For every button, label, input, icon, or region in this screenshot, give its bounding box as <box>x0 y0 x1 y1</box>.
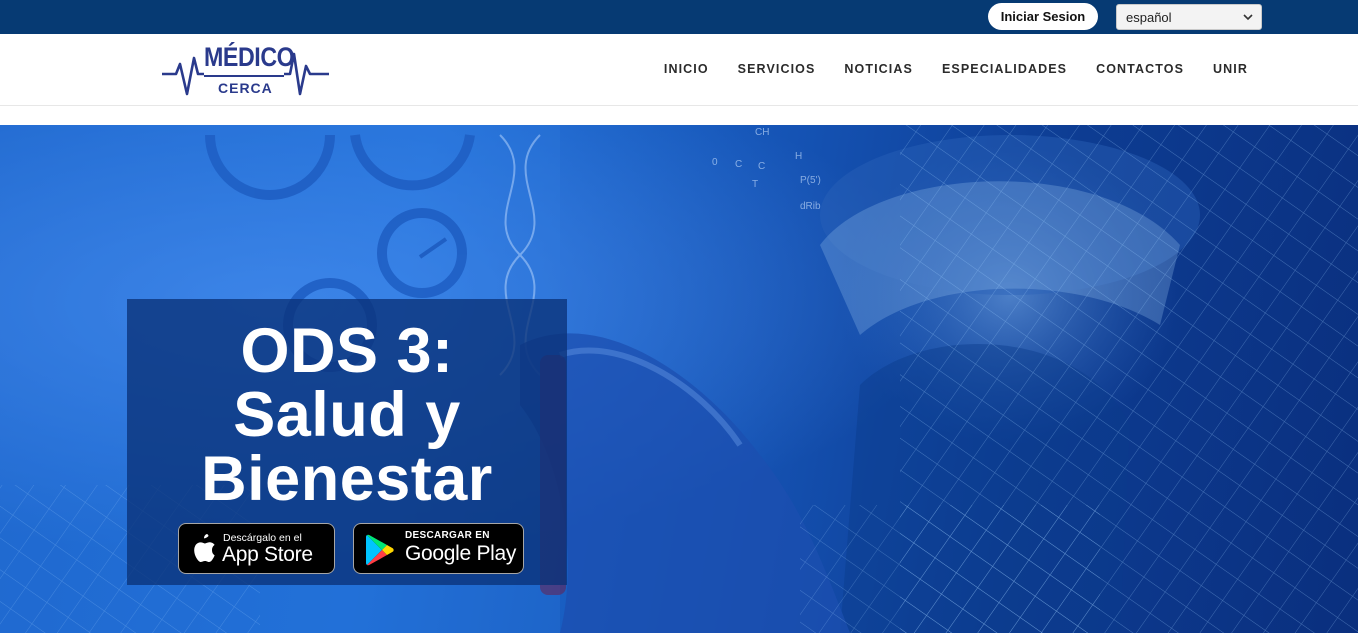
app-store-big-text: App Store <box>222 543 313 566</box>
nav-item-unir[interactable]: UNIR <box>1213 62 1248 76</box>
language-select[interactable]: español <box>1116 4 1262 30</box>
hero-title: ODS 3: Salud y Bienestar <box>127 319 567 511</box>
google-play-button[interactable]: DESCARGAR EN Google Play <box>353 523 524 574</box>
chevron-down-icon <box>1243 14 1253 21</box>
hero-card: ODS 3: Salud y Bienestar Descárgalo en e… <box>127 299 567 585</box>
nav-item-inicio[interactable]: INICIO <box>664 62 709 76</box>
login-button[interactable]: Iniciar Sesion <box>988 3 1098 30</box>
hero-banner: CH H P(5') dRib 0 C C T ODS 3: Salud y B… <box>0 125 1358 633</box>
hero-title-line-3: Bienestar <box>201 444 493 514</box>
svg-text:dRib: dRib <box>800 201 821 212</box>
logo-text-bottom: CERCA <box>218 80 273 96</box>
logo-text-top: MÉDICO <box>204 42 295 72</box>
app-store-button[interactable]: Descárgalo en el App Store <box>178 523 335 574</box>
header-spacer <box>0 106 1358 125</box>
nav-item-especialidades[interactable]: ESPECIALIDADES <box>942 62 1067 76</box>
apple-icon <box>194 534 215 562</box>
svg-text:P(5'): P(5') <box>800 175 821 186</box>
main-nav: INICIO SERVICIOS NOTICIAS ESPECIALIDADES… <box>635 62 1248 76</box>
language-selected-value: español <box>1126 9 1172 25</box>
site-header: MÉDICO CERCA INICIO SERVICIOS NOTICIAS E… <box>0 34 1358 106</box>
hero-title-line-2: Salud y <box>233 380 461 450</box>
google-play-small-text: DESCARGAR EN <box>405 530 490 541</box>
svg-text:C: C <box>758 161 765 172</box>
svg-text:T: T <box>752 179 758 190</box>
nav-item-contactos[interactable]: CONTACTOS <box>1096 62 1184 76</box>
google-play-big-text: Google Play <box>405 542 517 565</box>
svg-text:C: C <box>735 159 742 170</box>
svg-text:CH: CH <box>755 127 769 138</box>
top-bar: Iniciar Sesion español <box>0 0 1358 34</box>
site-logo[interactable]: MÉDICO CERCA <box>160 42 332 104</box>
nav-item-servicios[interactable]: SERVICIOS <box>738 62 816 76</box>
svg-text:0: 0 <box>712 157 718 168</box>
nav-item-noticias[interactable]: NOTICIAS <box>844 62 913 76</box>
google-play-icon <box>366 534 394 566</box>
hero-title-line-1: ODS 3: <box>240 316 454 386</box>
svg-text:H: H <box>795 151 802 162</box>
